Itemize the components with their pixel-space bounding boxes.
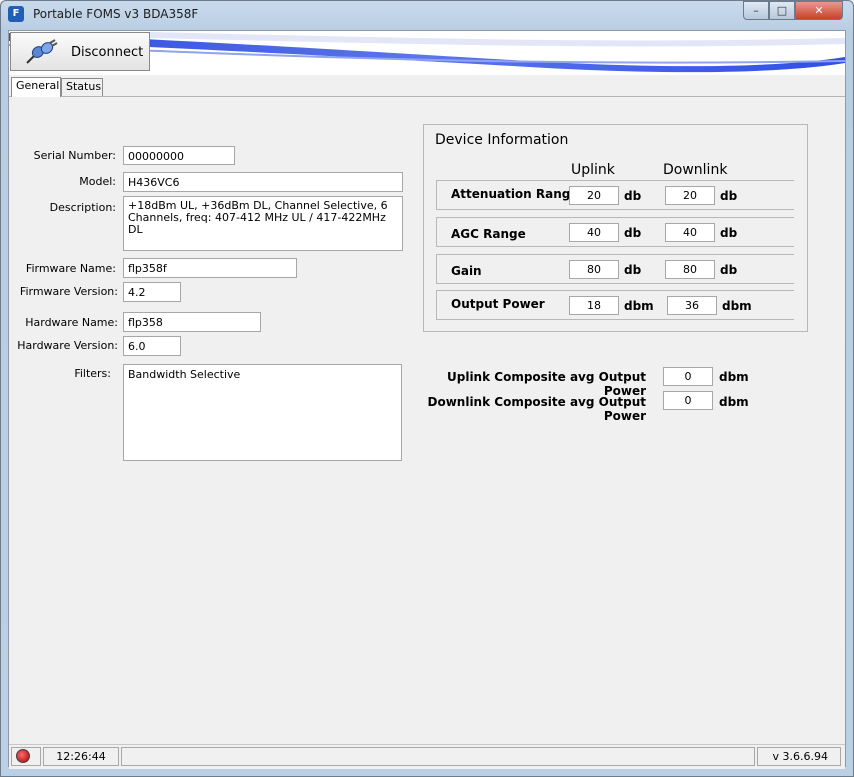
hardware-version-field[interactable]: 6.0 <box>123 336 181 356</box>
status-message <box>121 747 755 766</box>
hardware-version-label: Hardware Version: <box>17 339 118 352</box>
description-field[interactable]: +18dBm UL, +36dBm DL, Channel Selective,… <box>123 196 403 251</box>
attenuation-uplink-unit: db <box>624 189 642 203</box>
agc-uplink-unit: db <box>624 226 642 240</box>
gain-uplink-field[interactable]: 80 <box>569 260 619 279</box>
filters-label: Filters: <box>74 367 111 380</box>
firmware-version-label: Firmware Version: <box>19 285 118 298</box>
record-icon <box>16 749 30 763</box>
hardware-name-label: Hardware Name: <box>25 316 118 329</box>
gain-label: Gain <box>451 264 482 278</box>
firmware-name-field[interactable]: flp358f <box>123 258 297 278</box>
maximize-button[interactable]: □ <box>769 1 795 20</box>
uplink-composite-field[interactable]: 0 <box>663 367 713 386</box>
hardware-name-field[interactable]: flp358 <box>123 312 261 332</box>
model-field[interactable]: H436VC6 <box>123 172 403 192</box>
downlink-composite-unit: dbm <box>719 395 749 409</box>
firmware-version-field[interactable]: 4.2 <box>123 282 181 302</box>
downlink-composite-label: Downlink Composite avg Output Power <box>427 395 647 423</box>
status-version: v 3.6.6.94 <box>757 747 841 766</box>
output-power-downlink-unit: dbm <box>722 299 752 313</box>
tab-status[interactable]: Status <box>61 78 103 96</box>
output-power-uplink-unit: dbm <box>624 299 654 313</box>
app-icon: F <box>8 6 24 22</box>
minimize-button[interactable]: – <box>743 1 769 20</box>
attenuation-uplink-field[interactable]: 20 <box>569 186 619 205</box>
plug-icon <box>26 39 58 64</box>
agc-range-label: AGC Range <box>451 227 526 241</box>
firmware-name-label: Firmware Name: <box>25 262 116 275</box>
disconnect-label: Disconnect <box>71 45 144 60</box>
uplink-header: Uplink <box>571 162 615 178</box>
close-button[interactable]: ✕ <box>795 1 843 20</box>
tab-divider <box>9 96 845 97</box>
disconnect-button[interactable]: Disconnect <box>10 32 150 71</box>
attenuation-downlink-unit: db <box>720 189 738 203</box>
serial-number-label: Serial Number: <box>33 149 116 162</box>
model-label: Model: <box>79 175 116 188</box>
tab-general[interactable]: General <box>11 77 61 97</box>
uplink-composite-unit: dbm <box>719 370 749 384</box>
attenuation-range-label: Attenuation Range <box>451 187 579 201</box>
title-bar: F Portable FOMS v3 BDA358F – □ ✕ <box>0 0 854 28</box>
gain-uplink-unit: db <box>624 263 642 277</box>
uplink-composite-label: Uplink Composite avg Output Power <box>447 370 646 398</box>
gain-downlink-field[interactable]: 80 <box>665 260 715 279</box>
description-label: Description: <box>49 201 116 214</box>
output-power-uplink-field[interactable]: 18 <box>569 296 619 315</box>
status-time: 12:26:44 <box>43 747 119 766</box>
agc-uplink-field[interactable]: 40 <box>569 223 619 242</box>
serial-number-field[interactable]: 00000000 <box>123 146 235 165</box>
attenuation-downlink-field[interactable]: 20 <box>665 186 715 205</box>
output-power-label: Output Power <box>451 297 545 311</box>
agc-downlink-field[interactable]: 40 <box>665 223 715 242</box>
downlink-header: Downlink <box>663 162 728 178</box>
agc-downlink-unit: db <box>720 226 738 240</box>
gain-downlink-unit: db <box>720 263 738 277</box>
downlink-composite-field[interactable]: 0 <box>663 391 713 410</box>
output-power-downlink-field[interactable]: 36 <box>667 296 717 315</box>
device-information-title: Device Information <box>435 132 569 148</box>
filters-field[interactable]: Bandwidth Selective <box>123 364 402 461</box>
window-title: Portable FOMS v3 BDA358F <box>33 7 199 21</box>
